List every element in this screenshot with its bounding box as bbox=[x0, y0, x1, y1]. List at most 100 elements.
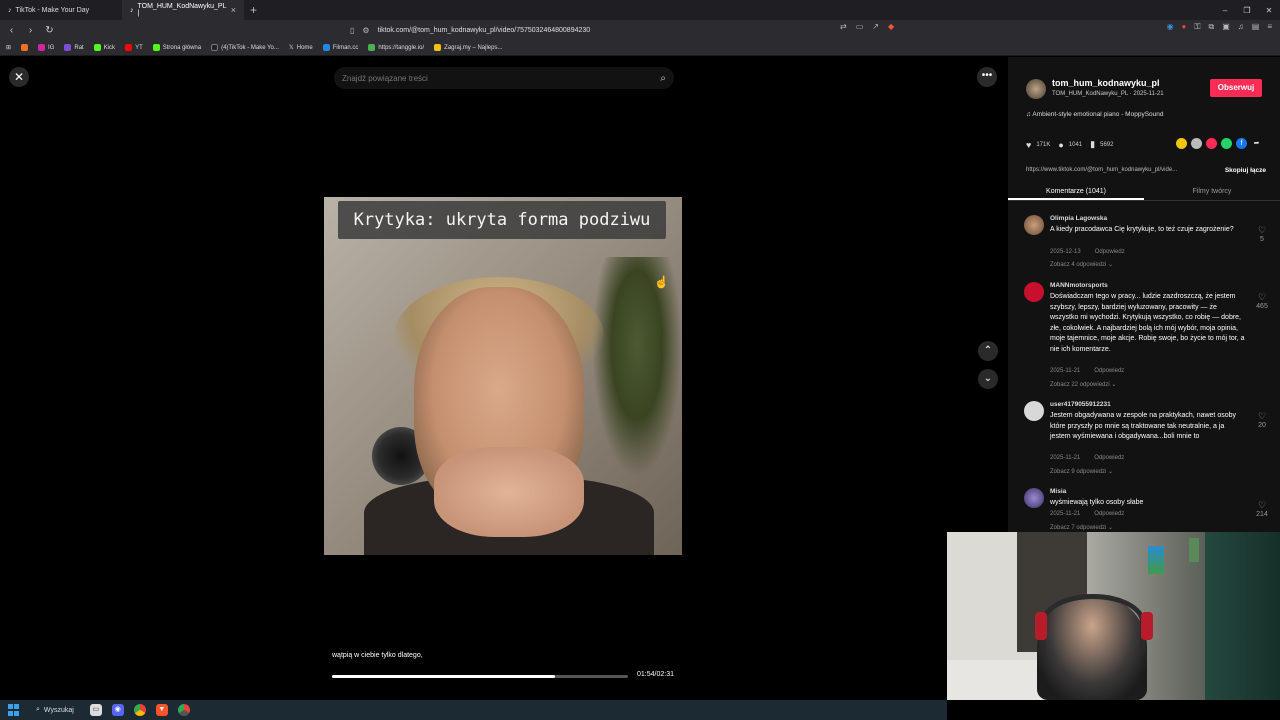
forward-icon[interactable]: › bbox=[23, 25, 38, 36]
bookmark-tiktok[interactable]: (4)TikTok - Make Yo... bbox=[211, 44, 279, 51]
search-input[interactable]: Znajdź powiązane treści ⌕ bbox=[334, 67, 674, 89]
comment-user[interactable]: user4179055912231 bbox=[1050, 401, 1111, 408]
copy-link-button[interactable]: Skopiuj łącze bbox=[1225, 167, 1266, 174]
extension-icon[interactable]: ◉ bbox=[1167, 22, 1174, 32]
bookmark-ig[interactable]: IG bbox=[38, 44, 54, 51]
avatar[interactable] bbox=[1026, 79, 1046, 99]
view-replies-button[interactable]: Zobacz 7 odpowiedzi ⌄ bbox=[1050, 524, 1113, 531]
view-replies-button[interactable]: Zobacz 4 odpowiedzi ⌄ bbox=[1050, 261, 1113, 268]
tab-comments[interactable]: Komentarze (1041) bbox=[1008, 183, 1144, 200]
comment-date: 2025-11-21 bbox=[1050, 511, 1081, 517]
bookmark-folder[interactable] bbox=[21, 44, 29, 51]
bookmark-yt[interactable]: YT bbox=[125, 44, 143, 51]
bookmark-tanggle[interactable]: https://tanggle.io/ bbox=[368, 44, 424, 51]
chrome-icon[interactable] bbox=[133, 704, 146, 716]
bookmark-x-home[interactable]: 𝕏 Home bbox=[289, 44, 313, 52]
comment-like[interactable]: ♡ 465 bbox=[1250, 292, 1274, 310]
share-whatsapp-icon[interactable] bbox=[1221, 138, 1232, 149]
close-icon[interactable]: ✕ bbox=[9, 67, 29, 87]
back-icon[interactable]: ‹ bbox=[4, 25, 19, 36]
minimize-icon[interactable]: – bbox=[1214, 6, 1236, 15]
extensions-icon[interactable]: ⧉ bbox=[1208, 22, 1214, 32]
taskbar-search[interactable]: ⌕ Wyszukaj bbox=[30, 706, 80, 714]
share-embed-icon[interactable] bbox=[1191, 138, 1202, 149]
reload-icon[interactable]: ↻ bbox=[42, 25, 57, 36]
bookmark-zagraj[interactable]: Zagraj.my – Najleps... bbox=[434, 44, 502, 51]
next-video-icon[interactable]: ⌄ bbox=[978, 369, 998, 389]
comment-stat[interactable]: ● 1041 bbox=[1058, 140, 1082, 150]
bookmark-filman[interactable]: Filman.cc bbox=[322, 44, 358, 51]
comment-like[interactable]: ♡ 214 bbox=[1250, 500, 1274, 518]
view-replies-button[interactable]: Zobacz 22 odpowiedzi ⌄ bbox=[1050, 381, 1116, 388]
comment-like[interactable]: ♡ 5 bbox=[1250, 225, 1274, 243]
share-icon[interactable]: ↗ bbox=[872, 22, 879, 31]
address-bar[interactable]: ▯ ⚙ tiktok.com/@tom_hum_kodnawyku_pl/vid… bbox=[350, 22, 910, 38]
tab-label: TOM_HUM_KodNawyku_PL | bbox=[137, 3, 227, 17]
avatar[interactable] bbox=[1024, 401, 1044, 421]
screenshot-icon[interactable]: ▭ bbox=[856, 22, 864, 31]
reply-button[interactable]: Odpowiedz bbox=[1094, 511, 1124, 517]
video-person-hands bbox=[434, 447, 584, 537]
webcam-poster bbox=[1148, 546, 1164, 574]
media-icon[interactable]: ♫ bbox=[1238, 22, 1244, 32]
link-row: https://www.tiktok.com/@tom_hum_kodnawyk… bbox=[1026, 163, 1266, 177]
reply-button[interactable]: Odpowiedz bbox=[1094, 455, 1124, 461]
comment-user[interactable]: MANNmotorsports bbox=[1050, 282, 1108, 289]
share-tiktok-icon[interactable] bbox=[1206, 138, 1217, 149]
bookmark-kick[interactable]: Kick bbox=[93, 44, 115, 51]
extensions-area: ◉ ● ⚿ ⧉ ▣ ♫ ▤ ≡ bbox=[1167, 22, 1272, 32]
chrome-alt-icon[interactable] bbox=[177, 704, 190, 716]
extension-icon[interactable]: ⚿ bbox=[1194, 22, 1200, 32]
task-view-icon[interactable]: ▭ bbox=[89, 704, 102, 716]
like-stat[interactable]: ♥ 171K bbox=[1026, 140, 1050, 150]
bookmark-icon[interactable]: ▯ bbox=[350, 26, 354, 35]
reply-button[interactable]: Odpowiedz bbox=[1095, 249, 1125, 255]
bookmark-rat[interactable]: Rat bbox=[64, 44, 84, 51]
windows-start-icon[interactable] bbox=[8, 704, 20, 716]
video-timer: 01:54/02:31 bbox=[637, 671, 674, 678]
author-name[interactable]: tom_hum_kodnawyku_pl bbox=[1052, 78, 1160, 88]
brave-icon[interactable]: ▼ bbox=[155, 704, 168, 716]
comment-like[interactable]: ♡ 20 bbox=[1250, 411, 1274, 429]
follow-button[interactable]: Obserwuj bbox=[1210, 79, 1262, 97]
new-tab-icon[interactable]: + bbox=[244, 3, 263, 17]
tab-tiktok-video[interactable]: ♪ TOM_HUM_KodNawyku_PL | × bbox=[122, 0, 244, 20]
menu-icon[interactable]: ≡ bbox=[1267, 22, 1272, 32]
wallet-icon[interactable]: ▤ bbox=[1252, 22, 1260, 32]
avatar[interactable] bbox=[1024, 282, 1044, 302]
window-close-icon[interactable]: ✕ bbox=[1258, 6, 1280, 15]
reply-button[interactable]: Odpowiedz bbox=[1094, 368, 1124, 374]
maximize-icon[interactable]: ❐ bbox=[1236, 6, 1258, 15]
comment-user[interactable]: Misia bbox=[1050, 488, 1066, 495]
share-facebook-icon[interactable]: f bbox=[1236, 138, 1247, 149]
comment-meta: 2025-11-21 Odpowiedz bbox=[1050, 368, 1124, 374]
avatar[interactable] bbox=[1024, 215, 1044, 235]
translate-icon[interactable]: ⇄ bbox=[840, 22, 847, 31]
bookmark-kick-home[interactable]: Strona główna bbox=[152, 44, 201, 51]
save-stat[interactable]: ▮ 5692 bbox=[1090, 139, 1113, 150]
view-replies-button[interactable]: Zobacz 9 odpowiedzi ⌄ bbox=[1050, 468, 1113, 475]
tab-tiktok-home[interactable]: ♪ TikTok - Make Your Day bbox=[0, 0, 122, 20]
discord-icon[interactable]: ◉ bbox=[111, 704, 124, 716]
comment-text: A kiedy pracodawca Cię krytykuje, to też… bbox=[1050, 226, 1234, 233]
video-player[interactable]: Krytyka: ukryta forma podziwu bbox=[324, 197, 682, 555]
video-progress-bar[interactable] bbox=[332, 675, 628, 678]
share-friends-icon[interactable] bbox=[1176, 138, 1187, 149]
comment-item: MANNmotorsports Doświadczam tego w pracy… bbox=[1024, 282, 1274, 394]
share-icons: f ➦ bbox=[1176, 138, 1262, 149]
avatar[interactable] bbox=[1024, 488, 1044, 508]
extension-icon[interactable]: ● bbox=[1182, 22, 1187, 32]
share-more-icon[interactable]: ➦ bbox=[1251, 138, 1262, 149]
previous-video-icon[interactable]: ⌃ bbox=[978, 341, 998, 361]
sidebar-icon[interactable]: ▣ bbox=[1222, 22, 1230, 32]
search-icon[interactable]: ⌕ bbox=[660, 73, 666, 84]
tab-close-icon[interactable]: × bbox=[231, 5, 236, 15]
comment-user[interactable]: Olimpia Lagowska bbox=[1050, 215, 1107, 222]
tab-creator-videos[interactable]: Filmy twórcy bbox=[1144, 183, 1280, 200]
more-options-icon[interactable]: ••• bbox=[977, 67, 997, 87]
music-info[interactable]: ♫ Ambient-style emotional piano - MoppyS… bbox=[1026, 111, 1163, 118]
apps-icon[interactable]: ⊞ bbox=[6, 44, 11, 51]
brave-shield-icon[interactable]: ◆ bbox=[888, 22, 894, 31]
comment-item: user4179055912231 Jestem obgadywana w ze… bbox=[1024, 401, 1274, 481]
site-info-icon[interactable]: ⚙ bbox=[362, 26, 369, 35]
